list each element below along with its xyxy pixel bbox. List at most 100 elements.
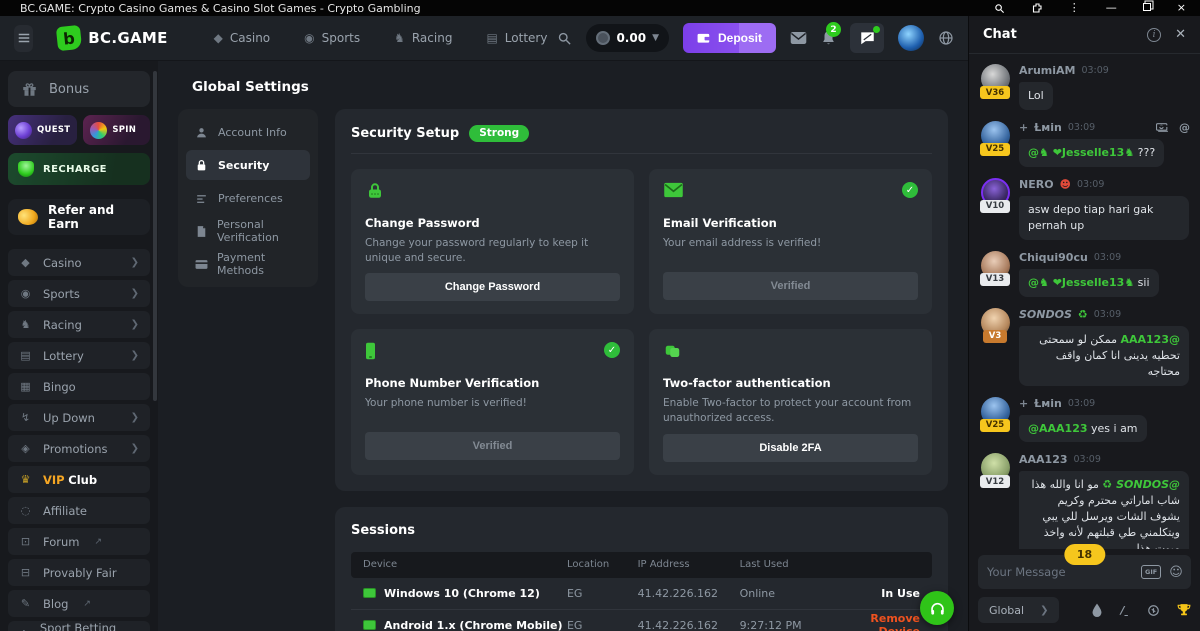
refer-and-earn-button[interactable]: Refer and Earn: [8, 199, 150, 235]
tip-icon[interactable]: [1156, 123, 1169, 132]
vip-badge: V13: [980, 273, 1010, 286]
username[interactable]: Chiqui90cu: [1019, 251, 1088, 264]
recycle-icon: ♻: [1078, 308, 1088, 321]
close-chat-icon[interactable]: ✕: [1175, 27, 1186, 42]
quest-button[interactable]: QUEST: [8, 115, 77, 145]
support-button[interactable]: [920, 591, 954, 625]
phone-verified-button[interactable]: Verified: [365, 432, 620, 460]
change-password-button[interactable]: Change Password: [365, 273, 620, 301]
chat-message: V36 ArumiAM03:09 Lol: [979, 64, 1190, 110]
spin-button[interactable]: SPIN: [83, 115, 150, 145]
sidebar-item-vip-club[interactable]: ♛VIP Club: [8, 466, 150, 493]
sessions-title: Sessions: [351, 523, 932, 538]
sidebar-item-provably-fair[interactable]: ⊟Provably Fair: [8, 559, 150, 586]
megaphone-icon: ◈: [19, 442, 32, 455]
search-icon[interactable]: [557, 31, 572, 46]
username[interactable]: SONDOS: [1019, 308, 1072, 321]
phone-icon: [365, 342, 376, 360]
preferences-icon: [195, 192, 209, 205]
security-strength-badge: Strong: [469, 125, 529, 142]
currency-coin-icon: [596, 31, 610, 45]
new-messages-badge[interactable]: 18: [1064, 544, 1105, 565]
chat-toggle-button[interactable]: [850, 23, 884, 53]
nav-casino[interactable]: ◆Casino: [214, 31, 271, 45]
chat-messages[interactable]: V36 ArumiAM03:09 Lol V25 + Ɫмin 03:09 @ …: [969, 54, 1200, 549]
sidebar-item-casino[interactable]: ◆Casino❯: [8, 249, 150, 276]
mention-icon[interactable]: @: [1179, 121, 1190, 134]
headphones-icon: [929, 601, 946, 616]
extensions-icon[interactable]: [1031, 2, 1043, 14]
language-globe-icon[interactable]: [938, 30, 954, 46]
mail-icon[interactable]: [790, 31, 807, 45]
chat-online-dot: [873, 26, 880, 33]
browser-menu-icon[interactable]: ⋮: [1069, 1, 1080, 15]
message-input[interactable]: [987, 565, 1133, 579]
username[interactable]: ArumiAM: [1019, 64, 1075, 77]
chevron-right-icon: ❯: [131, 288, 139, 299]
settings-nav-personal-verification[interactable]: Personal Verification: [186, 216, 310, 246]
chevron-down-icon: ▼: [652, 33, 659, 43]
sidebar-toggle-button[interactable]: [14, 25, 33, 52]
sidebar-scrollbar[interactable]: [153, 71, 157, 401]
remove-device-button[interactable]: Remove Device: [834, 612, 920, 631]
info-icon[interactable]: i: [1147, 28, 1161, 42]
settings-nav-security[interactable]: Security: [186, 150, 310, 180]
two-factor-card: Two-factor authentication Enable Two-fac…: [649, 329, 932, 474]
forum-icon: ⊡: [19, 535, 32, 548]
settings-nav-payment-methods[interactable]: Payment Methods: [186, 249, 310, 279]
sidebar-item-forum[interactable]: ⊡Forum↗: [8, 528, 150, 555]
sidebar-item-lottery[interactable]: ▤Lottery❯: [8, 342, 150, 369]
recharge-button[interactable]: RECHARGE: [8, 153, 150, 185]
coin-flip-icon[interactable]: [1147, 604, 1160, 617]
username[interactable]: Ɫмin: [1034, 397, 1062, 410]
sidebar-item-blog[interactable]: ✎Blog↗: [8, 590, 150, 617]
bingo-icon: ▦: [19, 380, 32, 393]
lottery-icon: ▤: [486, 31, 497, 45]
nav-lottery[interactable]: ▤Lottery: [486, 31, 547, 45]
sidebar-item-bingo[interactable]: ▦Bingo: [8, 373, 150, 400]
settings-nav-preferences[interactable]: Preferences: [186, 183, 310, 213]
wallet-balance[interactable]: 0.00 ▼: [586, 24, 669, 52]
lottery-ticket-icon: ▤: [19, 349, 32, 362]
sidebar-item-sport-betting[interactable]: ♟Sport Betting Insig...↗: [8, 621, 150, 631]
change-password-card: Change Password Change your password reg…: [351, 169, 634, 314]
rain-drop-icon[interactable]: [1091, 603, 1103, 617]
sidebar-item-promotions[interactable]: ◈Promotions❯: [8, 435, 150, 462]
deposit-button[interactable]: Deposit: [683, 23, 776, 53]
gold-coins-icon: [18, 209, 38, 225]
titlebar-search-icon[interactable]: [994, 3, 1005, 14]
notifications-bell-icon[interactable]: 2: [821, 30, 836, 46]
username[interactable]: NERO: [1019, 178, 1054, 191]
envelope-icon: [663, 182, 684, 198]
device-monitor-icon: [363, 620, 376, 630]
racing-icon: ♞: [394, 31, 405, 45]
sidebar-item-affiliate[interactable]: ◌Affiliate: [8, 497, 150, 524]
maximize-button[interactable]: [1143, 1, 1151, 15]
username[interactable]: AAA123: [1019, 453, 1068, 466]
settings-nav-account-info[interactable]: Account Info: [186, 117, 310, 147]
balance-amount: 0.00: [616, 31, 646, 45]
sidebar-item-sports[interactable]: ◉Sports❯: [8, 280, 150, 307]
sidebar-item-updown[interactable]: ↯Up Down❯: [8, 404, 150, 431]
bc-game-logo[interactable]: b BC.GAME: [57, 26, 167, 50]
user-avatar[interactable]: [898, 25, 924, 51]
minimize-button[interactable]: —: [1106, 1, 1117, 15]
emoji-icon[interactable]: ☺: [1169, 565, 1183, 580]
sidebar-item-racing[interactable]: ♞Racing❯: [8, 311, 150, 338]
devil-icon: ☻: [1060, 178, 1071, 191]
username[interactable]: Ɫмin: [1034, 121, 1062, 134]
person-icon: [195, 126, 209, 139]
nav-sports[interactable]: ◉Sports: [304, 31, 360, 45]
nav-racing[interactable]: ♞Racing: [394, 31, 452, 45]
gif-icon[interactable]: GIF: [1141, 565, 1161, 579]
chat-room-selector[interactable]: Global ❯: [978, 597, 1059, 623]
chevron-right-icon: ❯: [131, 319, 139, 330]
disable-2fa-button[interactable]: Disable 2FA: [663, 434, 918, 462]
sidebar-bonus-button[interactable]: Bonus: [8, 71, 150, 107]
trophy-icon[interactable]: [1177, 603, 1191, 617]
close-button[interactable]: ×: [1177, 1, 1186, 15]
external-link-icon: ↗: [94, 537, 102, 547]
command-slash-icon[interactable]: /​ˍ: [1120, 604, 1130, 617]
email-verified-button[interactable]: Verified: [663, 272, 918, 300]
chat-title: Chat: [983, 27, 1017, 42]
